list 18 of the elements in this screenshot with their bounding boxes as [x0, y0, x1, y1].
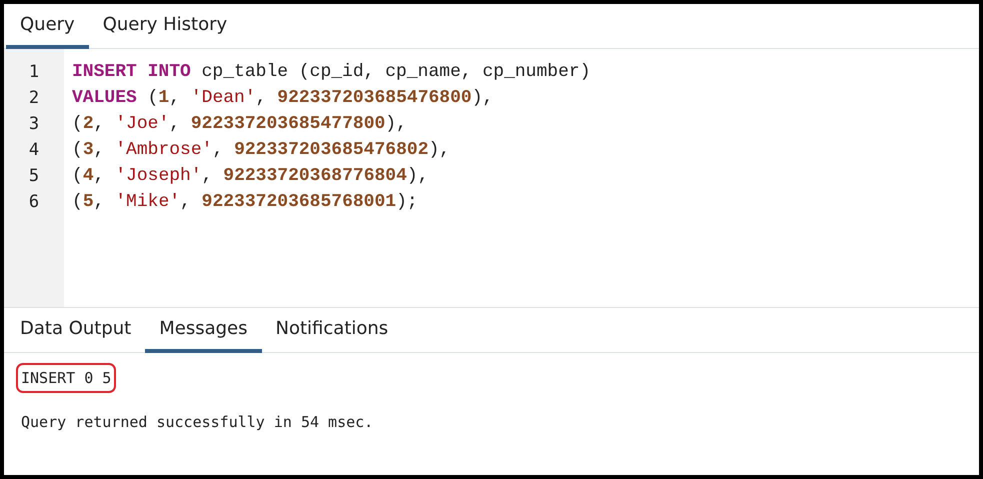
code-line: VALUES (1, 'Dean', 922337203685476800),: [72, 87, 494, 110]
output-tab[interactable]: Messages: [145, 308, 262, 353]
code-line: (3, 'Ambrose', 922337203685476802),: [72, 139, 452, 162]
output-tab[interactable]: Notifications: [262, 308, 402, 353]
line-number: 3: [28, 113, 40, 136]
query-tab[interactable]: Query History: [88, 4, 242, 49]
code-line: (4, 'Joseph', 92233720368776804),: [72, 165, 430, 188]
line-number: 4: [28, 139, 40, 162]
code-line: (2, 'Joe', 922337203685477800),: [72, 113, 408, 136]
code-line: INSERT INTO cp_table (cp_id, cp_name, cp_number): [72, 61, 590, 84]
line-number: 1: [28, 61, 40, 84]
highlighted-message: INSERT 0 5: [16, 363, 116, 393]
output-tab[interactable]: Data Output: [6, 308, 146, 353]
code-line: (5, 'Mike', 922337203685768001);: [72, 191, 419, 214]
message-text: Query returned successfully in 54 msec.: [20, 412, 374, 433]
line-number: 5: [28, 165, 40, 188]
line-number: 6: [28, 191, 40, 214]
line-number: 2: [28, 87, 40, 110]
